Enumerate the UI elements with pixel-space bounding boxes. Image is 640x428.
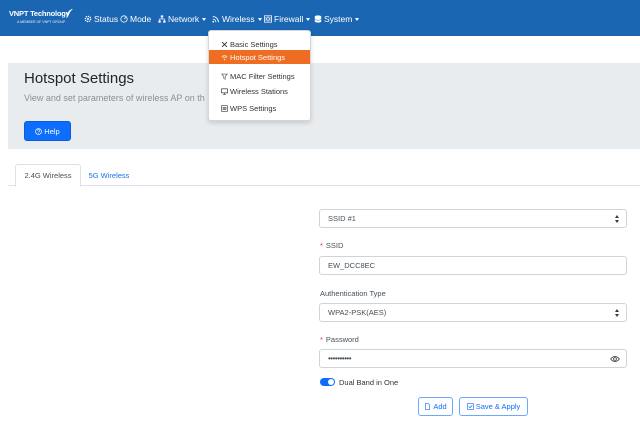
ssid-select-value: SSID #1 [328, 214, 356, 223]
password-label: * Password [320, 335, 359, 344]
auth-type-select[interactable]: WPA2-PSK(AES) [319, 303, 627, 322]
check-square-icon [466, 403, 474, 410]
ssid-input[interactable]: EW_DCC8EC [319, 256, 627, 275]
add-button-label: Add [433, 402, 447, 411]
chevron-down-icon [257, 17, 262, 21]
menu-item-label: MAC Filter Settings [230, 71, 295, 81]
menu-item-label: Wireless Stations [230, 86, 288, 96]
logo-swoosh-icon [65, 8, 74, 16]
select-arrows-icon [615, 309, 620, 318]
ssid-label: * SSID [320, 241, 343, 250]
ssid-input-value: EW_DCC8EC [328, 261, 376, 270]
page-header: Hotspot Settings View and set parameters… [8, 63, 640, 149]
database-icon [314, 15, 322, 23]
nav-network-label: Network [168, 14, 200, 24]
password-input-value: •••••••••• [328, 354, 352, 363]
brand-name: VNPT Technology [9, 9, 70, 18]
menu-item-label: Hotspot Settings [230, 52, 286, 62]
eye-icon[interactable] [610, 355, 620, 363]
dual-band-label: Dual Band in One [339, 377, 399, 387]
toggle-knob [328, 379, 334, 385]
firewall-icon [264, 15, 272, 23]
chevron-down-icon [202, 17, 207, 21]
nav-mode-label: Mode [130, 14, 152, 24]
nav-mode[interactable]: Mode [120, 12, 151, 26]
nav-firewall-label: Firewall [274, 14, 304, 24]
wifi-icon [221, 54, 228, 60]
ssid-select[interactable]: SSID #1 [319, 209, 627, 228]
save-apply-button-label: Save & Apply [475, 402, 521, 411]
tab-2-4g-wireless[interactable]: 2.4G Wireless [15, 164, 81, 187]
top-navbar: VNPT Technology A MEMBER OF VNPT GROUP S… [0, 0, 640, 36]
required-marker: * [320, 335, 323, 344]
brand-logo[interactable]: VNPT Technology A MEMBER OF VNPT GROUP [9, 8, 74, 29]
nav-firewall[interactable]: Firewall [264, 12, 311, 26]
page-title: Hotspot Settings [24, 70, 135, 87]
password-input[interactable]: •••••••••• [319, 349, 627, 368]
filter-icon [221, 73, 228, 80]
save-apply-button[interactable]: Save & Apply [459, 397, 528, 416]
menu-item-basic-settings[interactable]: Basic Settings [209, 37, 310, 51]
help-button-label: Help [44, 126, 60, 136]
menu-item-hotspot-settings[interactable]: Hotspot Settings [209, 50, 310, 64]
gauge-icon [120, 15, 128, 23]
nav-wireless[interactable]: Wireless [212, 12, 262, 26]
nav-wireless-label: Wireless [222, 14, 255, 24]
select-arrows-icon [615, 215, 620, 224]
band-tabs: 2.4G Wireless 5G Wireless [8, 164, 640, 187]
menu-item-wireless-stations[interactable]: Wireless Stations [209, 84, 310, 98]
nav-system[interactable]: System [314, 12, 360, 26]
menu-item-label: Basic Settings [230, 39, 278, 49]
file-icon [425, 403, 431, 410]
help-button[interactable]: Help [24, 121, 71, 141]
add-button[interactable]: Add [418, 397, 453, 416]
auth-type-value: WPA2-PSK(AES) [328, 308, 387, 317]
gear-icon [84, 15, 92, 23]
menu-item-label: WPS Settings [230, 103, 277, 113]
nav-system-label: System [324, 14, 353, 24]
auth-type-label: Authentication Type [320, 289, 386, 298]
dual-band-row: Dual Band in One [320, 376, 398, 388]
chevron-down-icon [306, 17, 311, 21]
monitor-icon [221, 87, 228, 95]
wifi-icon [212, 16, 219, 23]
brand-tagline: A MEMBER OF VNPT GROUP [17, 20, 66, 24]
question-icon [35, 127, 43, 135]
required-marker: * [320, 241, 323, 250]
ssid-label-text: SSID [325, 241, 344, 250]
menu-item-mac-filter-settings[interactable]: MAC Filter Settings [209, 69, 310, 83]
nav-status[interactable]: Status [84, 12, 118, 26]
network-icon [158, 15, 166, 23]
dual-band-toggle[interactable] [320, 378, 335, 386]
tools-icon [221, 41, 228, 47]
tab-5g-wireless[interactable]: 5G Wireless [82, 164, 136, 186]
nav-status-label: Status [94, 14, 119, 24]
chevron-down-icon [355, 17, 360, 21]
menu-item-wps-settings[interactable]: WPS Settings [209, 101, 310, 115]
nav-network[interactable]: Network [158, 12, 207, 26]
page-subtitle: View and set parameters of wireless AP o… [24, 93, 205, 103]
wireless-dropdown-menu: Basic Settings Hotspot Settings MAC Filt… [208, 30, 311, 121]
list-icon [221, 104, 228, 112]
hotspot-settings-form: SSID #1 * SSID EW_DCC8EC Authentication T… [318, 200, 628, 428]
password-label-text: Password [325, 335, 359, 344]
